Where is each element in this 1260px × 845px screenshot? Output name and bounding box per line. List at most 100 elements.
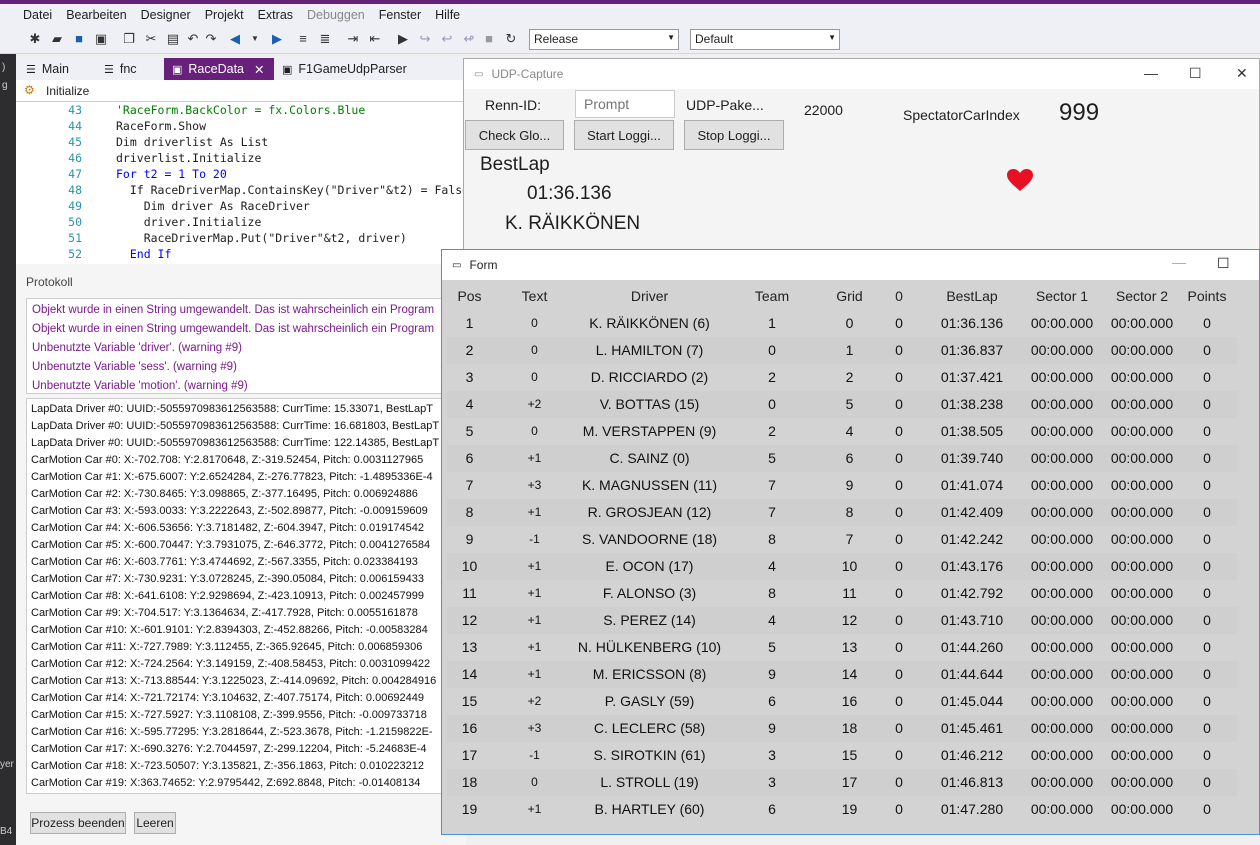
- log-output[interactable]: LapData Driver #0: UUID:-505597098361256…: [26, 398, 466, 794]
- menu-fenster[interactable]: Fenster: [372, 8, 428, 22]
- table-row[interactable]: 14 +1 M. ERICSSON (8) 9 14 0 01:44.644 00:00.00…: [447, 661, 1237, 688]
- column-header-points[interactable]: Points: [1182, 284, 1232, 311]
- menu-datei[interactable]: Datei: [16, 8, 59, 22]
- menu-debuggen[interactable]: Debuggen: [300, 8, 372, 22]
- comment-icon[interactable]: ≡: [294, 31, 312, 47]
- column-header-text[interactable]: Text: [507, 284, 562, 311]
- table-row[interactable]: 6 +1 C. SAINZ (0) 5 6 0 01:39.740 00:00.000 00:0…: [447, 445, 1237, 472]
- list-item[interactable]: Unbenutzte Variable 'sess'. (warning #9): [32, 358, 460, 377]
- check-global-button[interactable]: Check Glo...: [465, 120, 564, 150]
- column-header-pos[interactable]: Pos: [447, 284, 492, 311]
- cell-sector2: 00:00.000: [1110, 477, 1174, 493]
- column-header-team[interactable]: Team: [747, 284, 797, 311]
- forward-icon[interactable]: ▶: [268, 31, 286, 47]
- step-out-icon[interactable]: ↫: [460, 31, 478, 47]
- list-item[interactable]: Unbenutzte Variable 'motion'. (warning #…: [32, 377, 460, 393]
- close-icon[interactable]: ✕: [1236, 65, 1248, 82]
- stop-icon[interactable]: ■: [480, 31, 498, 47]
- cell-driver: C. LECLERC (58): [593, 720, 706, 736]
- column-header-driver[interactable]: Driver: [562, 284, 737, 311]
- new-file-icon[interactable]: ✱: [26, 31, 44, 47]
- redo-icon[interactable]: ↷: [202, 31, 220, 47]
- close-icon[interactable]: ✕: [254, 62, 264, 77]
- stop-process-button[interactable]: Prozess beenden: [30, 812, 126, 834]
- table-row[interactable]: 10 +1 E. OCON (17) 4 10 0 01:43.176 00:00.000 00…: [447, 553, 1237, 580]
- warning-list[interactable]: Objekt wurde in einen String umgewandelt…: [26, 298, 466, 394]
- save-icon[interactable]: ■: [70, 31, 88, 47]
- table-row[interactable]: 11 +1 F. ALONSO (3) 8 11 0 01:42.792 00:00.000 0…: [447, 580, 1237, 607]
- udp-port-value: 22000: [804, 102, 843, 118]
- table-row[interactable]: 8 +1 R. GROSJEAN (12) 7 8 0 01:42.409 00:00.000…: [447, 499, 1237, 526]
- config-combo[interactable]: Release ▼: [529, 29, 679, 50]
- table-row[interactable]: 7 +3 K. MAGNUSSEN (11) 7 9 0 01:41.074 00:00.00…: [447, 472, 1237, 499]
- maximize-icon[interactable]: ☐: [1189, 65, 1202, 82]
- stop-logging-button[interactable]: Stop Loggi...: [684, 120, 784, 150]
- code-editor[interactable]: 43 'RaceForm.BackColor = fx.Colors.Blue 4…: [16, 102, 466, 264]
- minimize-icon[interactable]: —: [1172, 254, 1186, 270]
- restart-icon[interactable]: ↻: [502, 31, 520, 47]
- maximize-icon[interactable]: ☐: [1217, 255, 1230, 272]
- cell-text: 0: [531, 316, 538, 330]
- outdent-icon[interactable]: ⇤: [366, 31, 384, 47]
- table-row[interactable]: 17 -1 S. SIROTKIN (61) 3 15 0 01:46.212 00:00.0…: [447, 742, 1237, 769]
- menu-extras[interactable]: Extras: [251, 8, 300, 22]
- cell-grid: 0: [845, 315, 854, 331]
- table-row[interactable]: 5 0 M. VERSTAPPEN (9) 2 4 0 01:38.505 00:00.000…: [447, 418, 1237, 445]
- step-icon[interactable]: ↪: [416, 31, 434, 47]
- menu-designer[interactable]: Designer: [134, 8, 198, 22]
- menu-projekt[interactable]: Projekt: [198, 8, 251, 22]
- tab-racedata[interactable]: ▣ RaceData ✕: [164, 58, 274, 80]
- table-row[interactable]: 19 +1 B. HARTLEY (60) 6 19 0 01:47.280 00:00.00…: [447, 796, 1237, 823]
- back-icon[interactable]: ◀: [226, 31, 244, 47]
- renn-id-input[interactable]: [575, 90, 675, 118]
- column-header-grid[interactable]: Grid: [827, 284, 872, 311]
- tab-f1gameudpparser[interactable]: ▣ F1GameUdpParser: [274, 58, 424, 80]
- uncomment-icon[interactable]: ≣: [316, 31, 334, 47]
- log-line: CarMotion Car #5: X:-600.70447: Y:3.7931…: [31, 539, 431, 551]
- run-icon[interactable]: ▶: [394, 31, 412, 47]
- minimize-icon[interactable]: —: [1144, 65, 1158, 81]
- save-all-icon[interactable]: ▣: [92, 31, 110, 47]
- table-row[interactable]: 4 +2 V. BOTTAS (15) 0 5 0 01:38.238 00:00.000 00…: [447, 391, 1237, 418]
- table-row[interactable]: 2 0 L. HAMILTON (7) 0 1 0 01:36.837 00:00.000 00…: [447, 337, 1237, 364]
- table-row[interactable]: 15 +2 P. GASLY (59) 6 16 0 01:45.044 00:00.000 0…: [447, 688, 1237, 715]
- table-row[interactable]: 18 0 L. STROLL (19) 3 17 0 01:46.813 00:00.000 0…: [447, 769, 1237, 796]
- cell-team: 0: [768, 396, 776, 412]
- table-row[interactable]: 1 0 K. RÄIKKÖNEN (6) 1 0 0 01:36.136 00:00.000 0…: [447, 310, 1237, 337]
- log-line: LapData Driver #0: UUID:-505597098361256…: [31, 420, 440, 432]
- column-header-bestlap[interactable]: BestLap: [932, 284, 1012, 311]
- cell-text: +1: [527, 667, 542, 681]
- cut-icon[interactable]: ✂: [142, 31, 160, 47]
- cell-grid: 2: [845, 369, 854, 385]
- window-icon: ▭: [452, 259, 462, 271]
- tab-fnc[interactable]: ☰ fnc: [96, 58, 164, 80]
- list-item[interactable]: Objekt wurde in einen String umgewandelt…: [32, 320, 460, 339]
- menu-hilfe[interactable]: Hilfe: [428, 8, 467, 22]
- cell-bestlap: 01:42.409: [940, 504, 1004, 520]
- table-row[interactable]: 9 -1 S. VANDOORNE (18) 8 7 0 01:42.242 00:00.00…: [447, 526, 1237, 553]
- tab-main[interactable]: ☰ Main: [16, 58, 96, 80]
- column-header-zero[interactable]: 0: [887, 284, 911, 311]
- table-row[interactable]: 16 +3 C. LECLERC (58) 9 18 0 01:45.461 00:00.00…: [447, 715, 1237, 742]
- log-line: CarMotion Car #10: X:-601.9101: Y:2.8394…: [31, 624, 428, 636]
- indent-icon[interactable]: ⇥: [344, 31, 362, 47]
- open-folder-icon[interactable]: ▰: [48, 31, 66, 47]
- back-dropdown-icon[interactable]: ▼: [246, 31, 264, 47]
- step-into-icon[interactable]: ↩: [438, 31, 456, 47]
- column-header-sector2[interactable]: Sector 2: [1102, 284, 1182, 311]
- clear-button[interactable]: Leeren: [134, 812, 176, 834]
- cell-pos: 12: [461, 612, 478, 628]
- paste-icon[interactable]: ▤: [164, 31, 182, 47]
- copy-icon[interactable]: ❐: [120, 31, 138, 47]
- platform-combo[interactable]: Default ▼: [690, 29, 840, 50]
- column-header-sector1[interactable]: Sector 1: [1022, 284, 1102, 311]
- menu-bearbeiten[interactable]: Bearbeiten: [59, 8, 133, 22]
- table-row[interactable]: 12 +1 S. PEREZ (14) 4 12 0 01:43.710 00:00.000 0…: [447, 607, 1237, 634]
- list-item[interactable]: Unbenutzte Variable 'driver'. (warning #…: [32, 339, 460, 358]
- table-row[interactable]: 3 0 D. RICCIARDO (2) 2 2 0 01:37.421 00:00.000 0…: [447, 364, 1237, 391]
- start-logging-button[interactable]: Start Loggi...: [574, 120, 674, 150]
- member-dropdown[interactable]: ⚙ Initialize: [16, 80, 466, 102]
- undo-icon[interactable]: ↶: [184, 31, 202, 47]
- table-row[interactable]: 13 +1 N. HÜLKENBERG (10) 5 13 0 01:44.260 00:00…: [447, 634, 1237, 661]
- list-item[interactable]: Objekt wurde in einen String umgewandelt…: [32, 301, 460, 320]
